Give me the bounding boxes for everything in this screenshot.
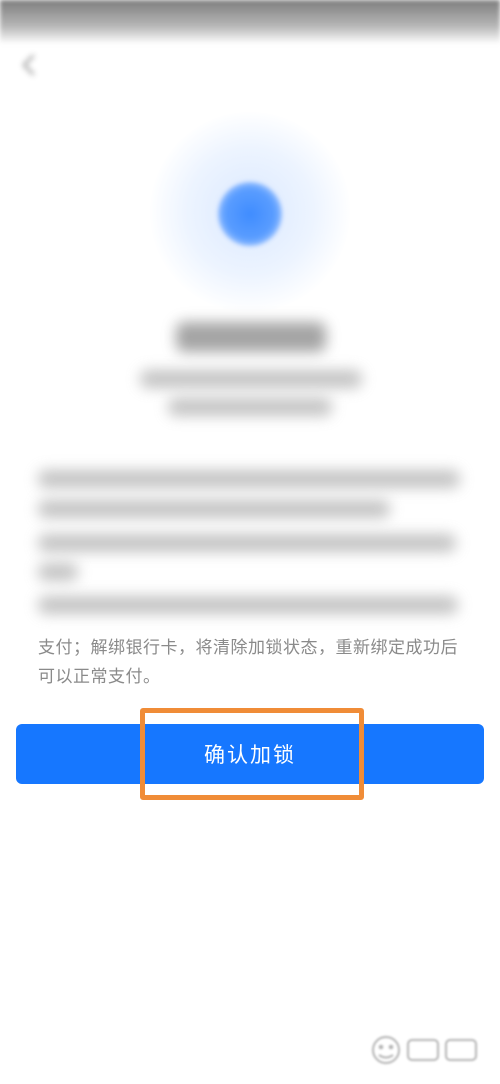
blurred-subtitle-line bbox=[168, 398, 332, 416]
blurred-page-title bbox=[176, 322, 326, 352]
description-line: 支付；解绑银行卡，将清除加锁状态，重新绑定成功后 bbox=[38, 638, 458, 658]
blurred-text-line bbox=[38, 534, 456, 552]
arrow-left-icon[interactable] bbox=[14, 50, 44, 80]
confirm-lock-button-label: 确认加锁 bbox=[204, 743, 296, 767]
baidu-jingyan-watermark-icon bbox=[372, 1036, 477, 1064]
lock-icon bbox=[218, 182, 282, 246]
blurred-text-line bbox=[38, 500, 390, 518]
blurred-subtitle-line bbox=[140, 370, 362, 388]
status-bar bbox=[0, 0, 500, 44]
blurred-text-line bbox=[38, 563, 78, 581]
blurred-text-line bbox=[38, 470, 460, 488]
description-line: 可以正常支付。 bbox=[38, 667, 161, 687]
confirm-lock-button[interactable]: 确认加锁 bbox=[16, 724, 484, 784]
blurred-text-line bbox=[38, 596, 458, 614]
